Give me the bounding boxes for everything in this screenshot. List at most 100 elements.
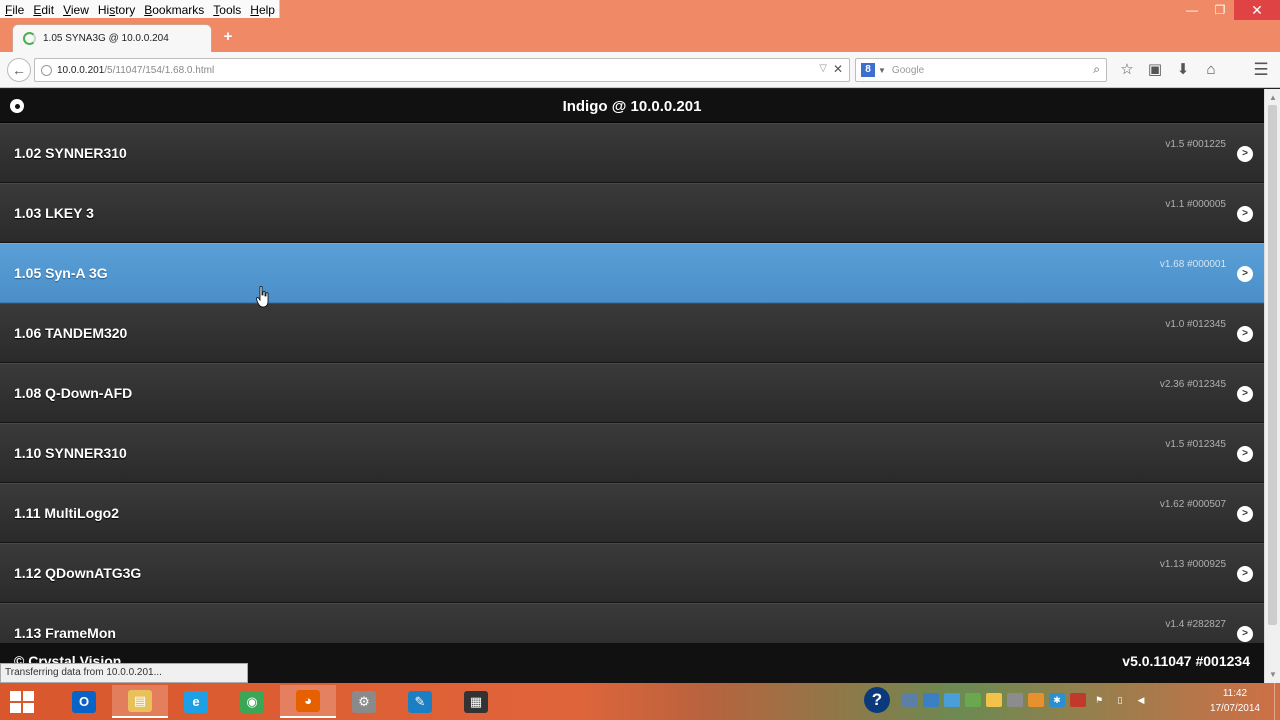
tray-antivirus-icon[interactable] xyxy=(1070,693,1086,707)
file-explorer-icon: ▤ xyxy=(128,689,152,712)
home-icon[interactable]: ⌂ xyxy=(1197,60,1225,80)
new-tab-button[interactable]: + xyxy=(220,28,236,46)
show-desktop-button[interactable] xyxy=(1274,683,1280,720)
list-item[interactable]: 1.11 MultiLogo2 v1.62 #000507 > xyxy=(0,483,1264,543)
back-arrow-icon[interactable]: ← xyxy=(7,58,31,82)
tray-icons: ✱ ⚑ ▯ ◀ xyxy=(902,693,1154,707)
search-input[interactable]: Google xyxy=(892,65,924,76)
url-bar[interactable]: 10.0.0.201/5/11047/154/1.68.0.html ▽ ✕ xyxy=(34,58,850,82)
chevron-right-icon[interactable]: > xyxy=(1237,266,1253,282)
taskbar-outlook-icon[interactable]: O xyxy=(56,685,112,718)
chevron-right-icon[interactable]: > xyxy=(1237,566,1253,582)
search-icon[interactable]: ⌕ xyxy=(1093,62,1100,77)
status-bar: Transferring data from 10.0.0.201... xyxy=(0,663,248,683)
scroll-up-icon[interactable]: ▲ xyxy=(1269,93,1277,102)
taskbar-clock[interactable]: 11:42 17/07/2014 xyxy=(1210,686,1260,716)
taskbar-internet-explorer-icon[interactable]: e xyxy=(168,685,224,718)
taskbar-pen-app-icon[interactable]: ✎ xyxy=(392,685,448,718)
list-item-version: v1.1 #000005 xyxy=(1165,199,1226,210)
menu-bookmarks[interactable]: Bookmarks xyxy=(139,0,208,18)
list-item[interactable]: 1.06 TANDEM320 v1.0 #012345 > xyxy=(0,303,1264,363)
list-item-version: v1.0 #012345 xyxy=(1165,319,1226,330)
toolbar-icons: ☆ ▣ ⬇ ⌂ xyxy=(1113,60,1225,80)
tray-battery-icon[interactable]: ▯ xyxy=(1112,693,1128,707)
list-item[interactable]: 1.12 QDownATG3G v1.13 #000925 > xyxy=(0,543,1264,603)
list-item-version: v1.68 #000001 xyxy=(1159,259,1226,270)
loading-spinner-icon xyxy=(23,32,36,45)
tray-window-icon[interactable] xyxy=(923,693,939,707)
pen-app-icon: ✎ xyxy=(408,690,432,713)
scroll-thumb[interactable] xyxy=(1268,105,1277,625)
tray-network-icon[interactable] xyxy=(965,693,981,707)
taskbar-chrome-icon[interactable]: ◉ xyxy=(224,685,280,718)
tray-flag-icon[interactable]: ⚑ xyxy=(1091,693,1107,707)
list-item-label: 1.05 Syn-A 3G xyxy=(14,265,108,281)
tray-volume-icon[interactable]: ◀ xyxy=(1133,693,1149,707)
taskbar-network-tool-icon[interactable]: ⚙ xyxy=(336,685,392,718)
url-dropdown-icon[interactable]: ▽ xyxy=(819,63,827,74)
taskbar-apps: O ▤ e ◉ ◕ ⚙ ✎ ▦ xyxy=(56,685,504,718)
tray-bluetooth-icon[interactable]: ✱ xyxy=(1049,693,1065,707)
bookmark-star-icon[interactable]: ☆ xyxy=(1113,60,1141,80)
tray-app-icon[interactable] xyxy=(902,693,918,707)
menu-file[interactable]: File xyxy=(0,0,28,18)
scroll-down-icon[interactable]: ▼ xyxy=(1269,670,1277,679)
browser-title-bar: File Edit View History Bookmarks Tools H… xyxy=(0,0,1280,54)
list-item-version: v1.4 #282827 xyxy=(1165,619,1226,630)
windows-start-icon[interactable] xyxy=(10,691,34,713)
minimize-icon[interactable]: — xyxy=(1178,0,1206,20)
menu-history[interactable]: History xyxy=(93,0,139,18)
restore-icon[interactable]: ❐ xyxy=(1206,0,1234,20)
tray-warning-icon[interactable] xyxy=(986,693,1002,707)
navigation-bar: ← 10.0.0.201/5/11047/154/1.68.0.html ▽ ✕… xyxy=(0,52,1280,88)
list-item-version: v2.36 #012345 xyxy=(1159,379,1226,390)
chevron-right-icon[interactable]: > xyxy=(1237,386,1253,402)
globe-icon xyxy=(41,64,52,76)
tray-device-icon[interactable] xyxy=(1007,693,1023,707)
stop-icon[interactable]: ✕ xyxy=(833,62,843,76)
list-item[interactable]: 1.05 Syn-A 3G v1.68 #000001 > xyxy=(0,243,1264,303)
search-bar[interactable]: 8 ▼ Google ⌕ xyxy=(855,58,1107,82)
download-icon[interactable]: ⬇ xyxy=(1169,60,1197,80)
chevron-right-icon[interactable]: > xyxy=(1237,326,1253,342)
url-host: 10.0.0.201 xyxy=(57,64,105,76)
list-item-label: 1.11 MultiLogo2 xyxy=(14,505,120,521)
bookmarks-list-icon[interactable]: ▣ xyxy=(1141,60,1169,80)
list-item[interactable]: 1.08 Q-Down-AFD v2.36 #012345 > xyxy=(0,363,1264,423)
menu-tools[interactable]: Tools xyxy=(208,0,245,18)
tray-folder-icon[interactable] xyxy=(1028,693,1044,707)
windows-taskbar: O ▤ e ◉ ◕ ⚙ ✎ ▦ ? ✱ ⚑ ▯ ◀ 11:42 17/07/2014 xyxy=(0,683,1280,720)
close-icon[interactable]: ✕ xyxy=(1234,0,1280,20)
search-engine-icon[interactable]: 8 xyxy=(861,63,875,77)
footer-version: v5.0.11047 #001234 xyxy=(1122,653,1250,669)
list-item-version: v1.62 #000507 xyxy=(1159,499,1226,510)
chevron-right-icon[interactable]: > xyxy=(1237,626,1253,642)
list-item[interactable]: 1.03 LKEY 3 v1.1 #000005 > xyxy=(0,183,1264,243)
menu-bar: File Edit View History Bookmarks Tools H… xyxy=(0,0,280,18)
chevron-right-icon[interactable]: > xyxy=(1237,146,1253,162)
settings-gear-icon[interactable] xyxy=(10,99,24,113)
list-item[interactable]: 1.10 SYNNER310 v1.5 #012345 > xyxy=(0,423,1264,483)
page-scrollbar[interactable]: ▲ ▼ xyxy=(1264,89,1280,683)
tab-active[interactable]: 1.05 SYNA3G @ 10.0.0.204 xyxy=(12,24,212,52)
system-tray: ? ✱ ⚑ ▯ ◀ xyxy=(864,687,1154,713)
page-header: Indigo @ 10.0.0.201 xyxy=(0,89,1264,123)
list-item[interactable]: 1.02 SYNNER310 v1.5 #001225 > xyxy=(0,123,1264,183)
tray-shield-icon[interactable] xyxy=(944,693,960,707)
chevron-right-icon[interactable]: > xyxy=(1237,206,1253,222)
menu-edit[interactable]: Edit xyxy=(28,0,58,18)
menu-view[interactable]: View xyxy=(58,0,93,18)
tab-strip: 1.05 SYNA3G @ 10.0.0.204 + xyxy=(0,22,1280,52)
chevron-right-icon[interactable]: > xyxy=(1237,446,1253,462)
list-item-version: v1.13 #000925 xyxy=(1159,559,1226,570)
search-engine-dropdown-icon[interactable]: ▼ xyxy=(878,66,886,75)
network-tool-icon: ⚙ xyxy=(352,690,376,713)
taskbar-file-explorer-icon[interactable]: ▤ xyxy=(112,685,168,718)
hamburger-menu-icon[interactable]: ☰ xyxy=(1251,60,1271,80)
help-icon[interactable]: ? xyxy=(864,687,890,713)
taskbar-snipping-tool-icon[interactable]: ▦ xyxy=(448,685,504,718)
list-item-label: 1.12 QDownATG3G xyxy=(14,565,142,581)
chevron-right-icon[interactable]: > xyxy=(1237,506,1253,522)
menu-help[interactable]: Help xyxy=(245,0,279,18)
taskbar-firefox-icon[interactable]: ◕ xyxy=(280,685,336,718)
